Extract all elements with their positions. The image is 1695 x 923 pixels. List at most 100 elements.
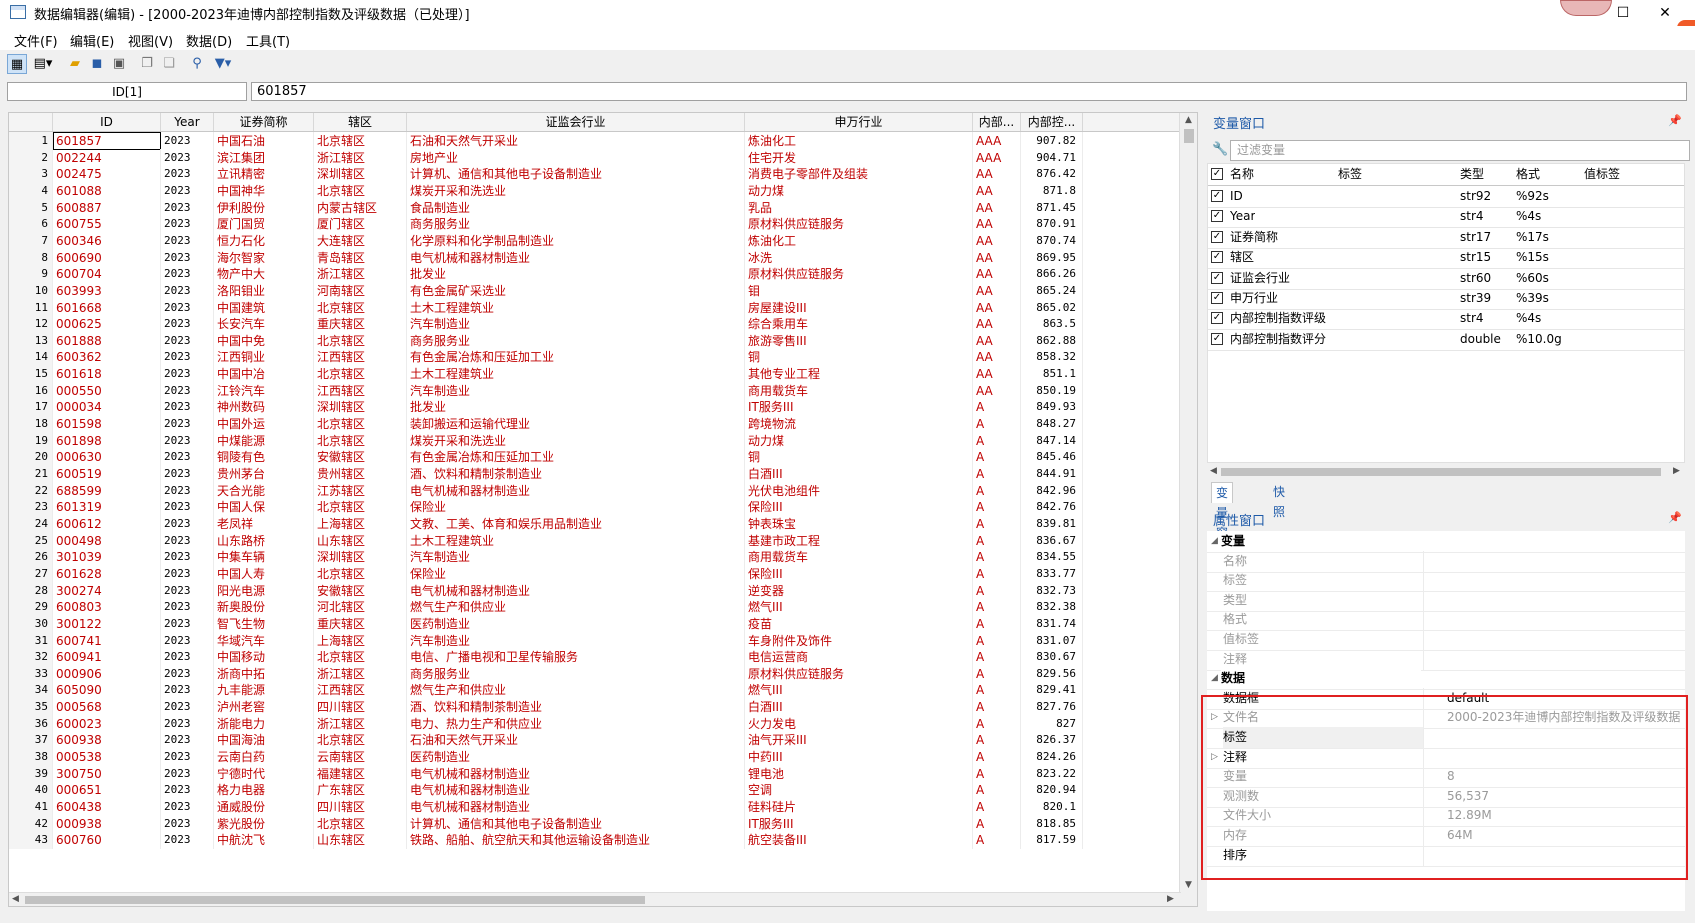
cell-sw-industry[interactable]: 中药III (745, 748, 973, 767)
tab-variable-window[interactable]: 变量窗口 (1211, 482, 1234, 560)
cell-rating[interactable]: AA (973, 331, 1021, 350)
variable-row[interactable]: ✓ 辖区 str15 %15s (1208, 247, 1684, 270)
header-format[interactable]: 格式 (1516, 164, 1540, 185)
cell-jurisdiction[interactable]: 广东辖区 (314, 781, 407, 800)
cell-sw-industry[interactable]: 保险III (745, 498, 973, 517)
column-header[interactable]: ID (53, 113, 161, 131)
cell-year[interactable]: 2023 (161, 831, 214, 850)
cell-year[interactable]: 2023 (161, 365, 214, 384)
cell-id[interactable]: 000568 (53, 698, 161, 717)
variable-checkbox[interactable]: ✓ (1211, 251, 1223, 264)
cell-score[interactable]: 839.81 (1021, 514, 1083, 533)
cell-score[interactable]: 844.91 (1021, 465, 1083, 483)
vertical-scrollbar[interactable]: ▲ ▼ (1179, 113, 1197, 906)
cell-rating[interactable]: A (973, 581, 1021, 600)
filter-icon[interactable]: ▼▾ (210, 54, 236, 72)
cell-score[interactable]: 858.32 (1021, 348, 1083, 367)
table-row[interactable]: 18 601598 2023 中国外运 北京辖区 装卸搬运和运输代理业 跨境物流 A 848.2… (9, 415, 1179, 434)
cell-rating[interactable]: AA (973, 215, 1021, 234)
cell-year[interactable]: 2023 (161, 315, 214, 334)
variable-row[interactable]: ✓ 内部控制指数评级 str4 %4s (1208, 308, 1684, 331)
table-row[interactable]: 32 600941 2023 中国移动 北京辖区 电信、广播电视和卫星传输服务 电信运营商 A… (9, 648, 1179, 667)
cell-sw-industry[interactable]: 商用载货车 (745, 381, 973, 400)
cell-csrc-industry[interactable]: 汽车制造业 (407, 631, 745, 650)
cell-jurisdiction[interactable]: 北京辖区 (314, 814, 407, 833)
cell-csrc-industry[interactable]: 石油和天然气开采业 (407, 731, 745, 750)
cell-rating[interactable]: A (973, 431, 1021, 450)
cell-jurisdiction[interactable]: 山东辖区 (314, 531, 407, 550)
cell-jurisdiction[interactable]: 深圳辖区 (314, 398, 407, 417)
cell-rating[interactable]: A (973, 748, 1021, 767)
cell-security-name[interactable]: 天合光能 (214, 481, 314, 500)
cell-score[interactable]: 842.96 (1021, 481, 1083, 500)
cell-csrc-industry[interactable]: 燃气生产和供应业 (407, 681, 745, 700)
cell-csrc-industry[interactable]: 电气机械和器材制造业 (407, 764, 745, 783)
cell-id[interactable]: 000034 (53, 398, 161, 417)
table-row[interactable]: 21 600519 2023 贵州茅台 贵州辖区 酒、饮料和精制茶制造业 白酒III A 844… (9, 465, 1179, 483)
table-row[interactable]: 22 688599 2023 天合光能 江苏辖区 电气机械和器材制造业 光伏电池组件 A 842… (9, 481, 1179, 500)
search-icon[interactable]: ⚲ (188, 54, 206, 72)
cell-year[interactable]: 2023 (161, 265, 214, 284)
cell-jurisdiction[interactable]: 浙江辖区 (314, 664, 407, 683)
cell-security-name[interactable]: 阳光电源 (214, 581, 314, 600)
cell-security-name[interactable]: 格力电器 (214, 781, 314, 800)
cell-sw-industry[interactable]: 冰洗 (745, 248, 973, 267)
table-row[interactable]: 27 601628 2023 中国人寿 北京辖区 保险业 保险III A 833.77 (9, 564, 1179, 583)
cell-id[interactable]: 002475 (53, 165, 161, 184)
cell-rating[interactable]: A (973, 531, 1021, 550)
cell-jurisdiction[interactable]: 河南辖区 (314, 281, 407, 300)
cell-score[interactable]: 818.85 (1021, 814, 1083, 833)
cell-jurisdiction[interactable]: 山东辖区 (314, 831, 407, 850)
variable-checkbox[interactable]: ✓ (1211, 332, 1223, 345)
menu-view[interactable]: 视图(V) (128, 31, 173, 50)
cell-sw-industry[interactable]: 油气开采III (745, 731, 973, 750)
pin-icon[interactable]: 📌 (1668, 114, 1682, 127)
cell-id[interactable]: 600612 (53, 514, 161, 533)
variable-checkbox[interactable]: ✓ (1211, 210, 1223, 223)
cell-year[interactable]: 2023 (161, 231, 214, 250)
cell-id[interactable]: 600938 (53, 731, 161, 750)
expand-icon[interactable]: ▷ (1211, 747, 1218, 768)
cell-sw-industry[interactable]: 基建市政工程 (745, 531, 973, 550)
cell-score[interactable]: 820.94 (1021, 781, 1083, 800)
cell-rating[interactable]: AA (973, 198, 1021, 217)
table-row[interactable]: 30 300122 2023 智飞生物 重庆辖区 医药制造业 疫苗 A 831.74 (9, 614, 1179, 633)
cell-sw-industry[interactable]: 钼 (745, 281, 973, 300)
select-all-checkbox[interactable]: ✓ (1211, 168, 1223, 180)
cell-sw-industry[interactable]: 原材料供应链服务 (745, 265, 973, 284)
cell-rating[interactable]: A (973, 481, 1021, 500)
cell-csrc-industry[interactable]: 保险业 (407, 498, 745, 517)
cell-id[interactable]: 600941 (53, 648, 161, 667)
cell-jurisdiction[interactable]: 江西辖区 (314, 381, 407, 400)
cell-jurisdiction[interactable]: 四川辖区 (314, 698, 407, 717)
cell-rating[interactable]: A (973, 498, 1021, 517)
cell-sw-industry[interactable]: 钟表珠宝 (745, 514, 973, 533)
cell-score[interactable]: 824.26 (1021, 748, 1083, 767)
cell-csrc-industry[interactable]: 有色金属矿采选业 (407, 281, 745, 300)
cell-score[interactable]: 870.74 (1021, 231, 1083, 250)
cell-csrc-industry[interactable]: 医药制造业 (407, 748, 745, 767)
cell-security-name[interactable]: 立讯精密 (214, 165, 314, 184)
table-row[interactable]: 6 600755 2023 厦门国贸 厦门辖区 商务服务业 原材料供应链服务 AA 870.91 (9, 215, 1179, 234)
cell-sw-industry[interactable]: 跨境物流 (745, 415, 973, 434)
cell-id[interactable]: 002244 (53, 148, 161, 167)
cell-sw-industry[interactable]: 原材料供应链服务 (745, 215, 973, 234)
cell-jurisdiction[interactable]: 北京辖区 (314, 132, 407, 150)
column-header[interactable]: 辖区 (314, 113, 407, 131)
cell-rating[interactable]: AAA (973, 148, 1021, 167)
cell-year[interactable]: 2023 (161, 465, 214, 483)
variable-row[interactable]: ✓ 证券简称 str17 %17s (1208, 227, 1684, 249)
cell-csrc-industry[interactable]: 保险业 (407, 564, 745, 583)
cell-jurisdiction[interactable]: 内蒙古辖区 (314, 198, 407, 217)
cell-rating[interactable]: A (973, 798, 1021, 816)
cell-id[interactable]: 600704 (53, 265, 161, 284)
scroll-thumb[interactable] (25, 896, 645, 904)
cell-score[interactable]: 848.27 (1021, 415, 1083, 434)
cell-rating[interactable]: A (973, 465, 1021, 483)
expand-icon[interactable]: ◢ (1211, 531, 1218, 552)
cell-security-name[interactable]: 厦门国贸 (214, 215, 314, 234)
table-row[interactable]: 33 000906 2023 浙商中拓 浙江辖区 商务服务业 原材料供应链服务 A 829.56 (9, 664, 1179, 683)
cell-rating[interactable]: AA (973, 181, 1021, 200)
cell-jurisdiction[interactable]: 重庆辖区 (314, 614, 407, 633)
cell-score[interactable]: 904.71 (1021, 148, 1083, 167)
